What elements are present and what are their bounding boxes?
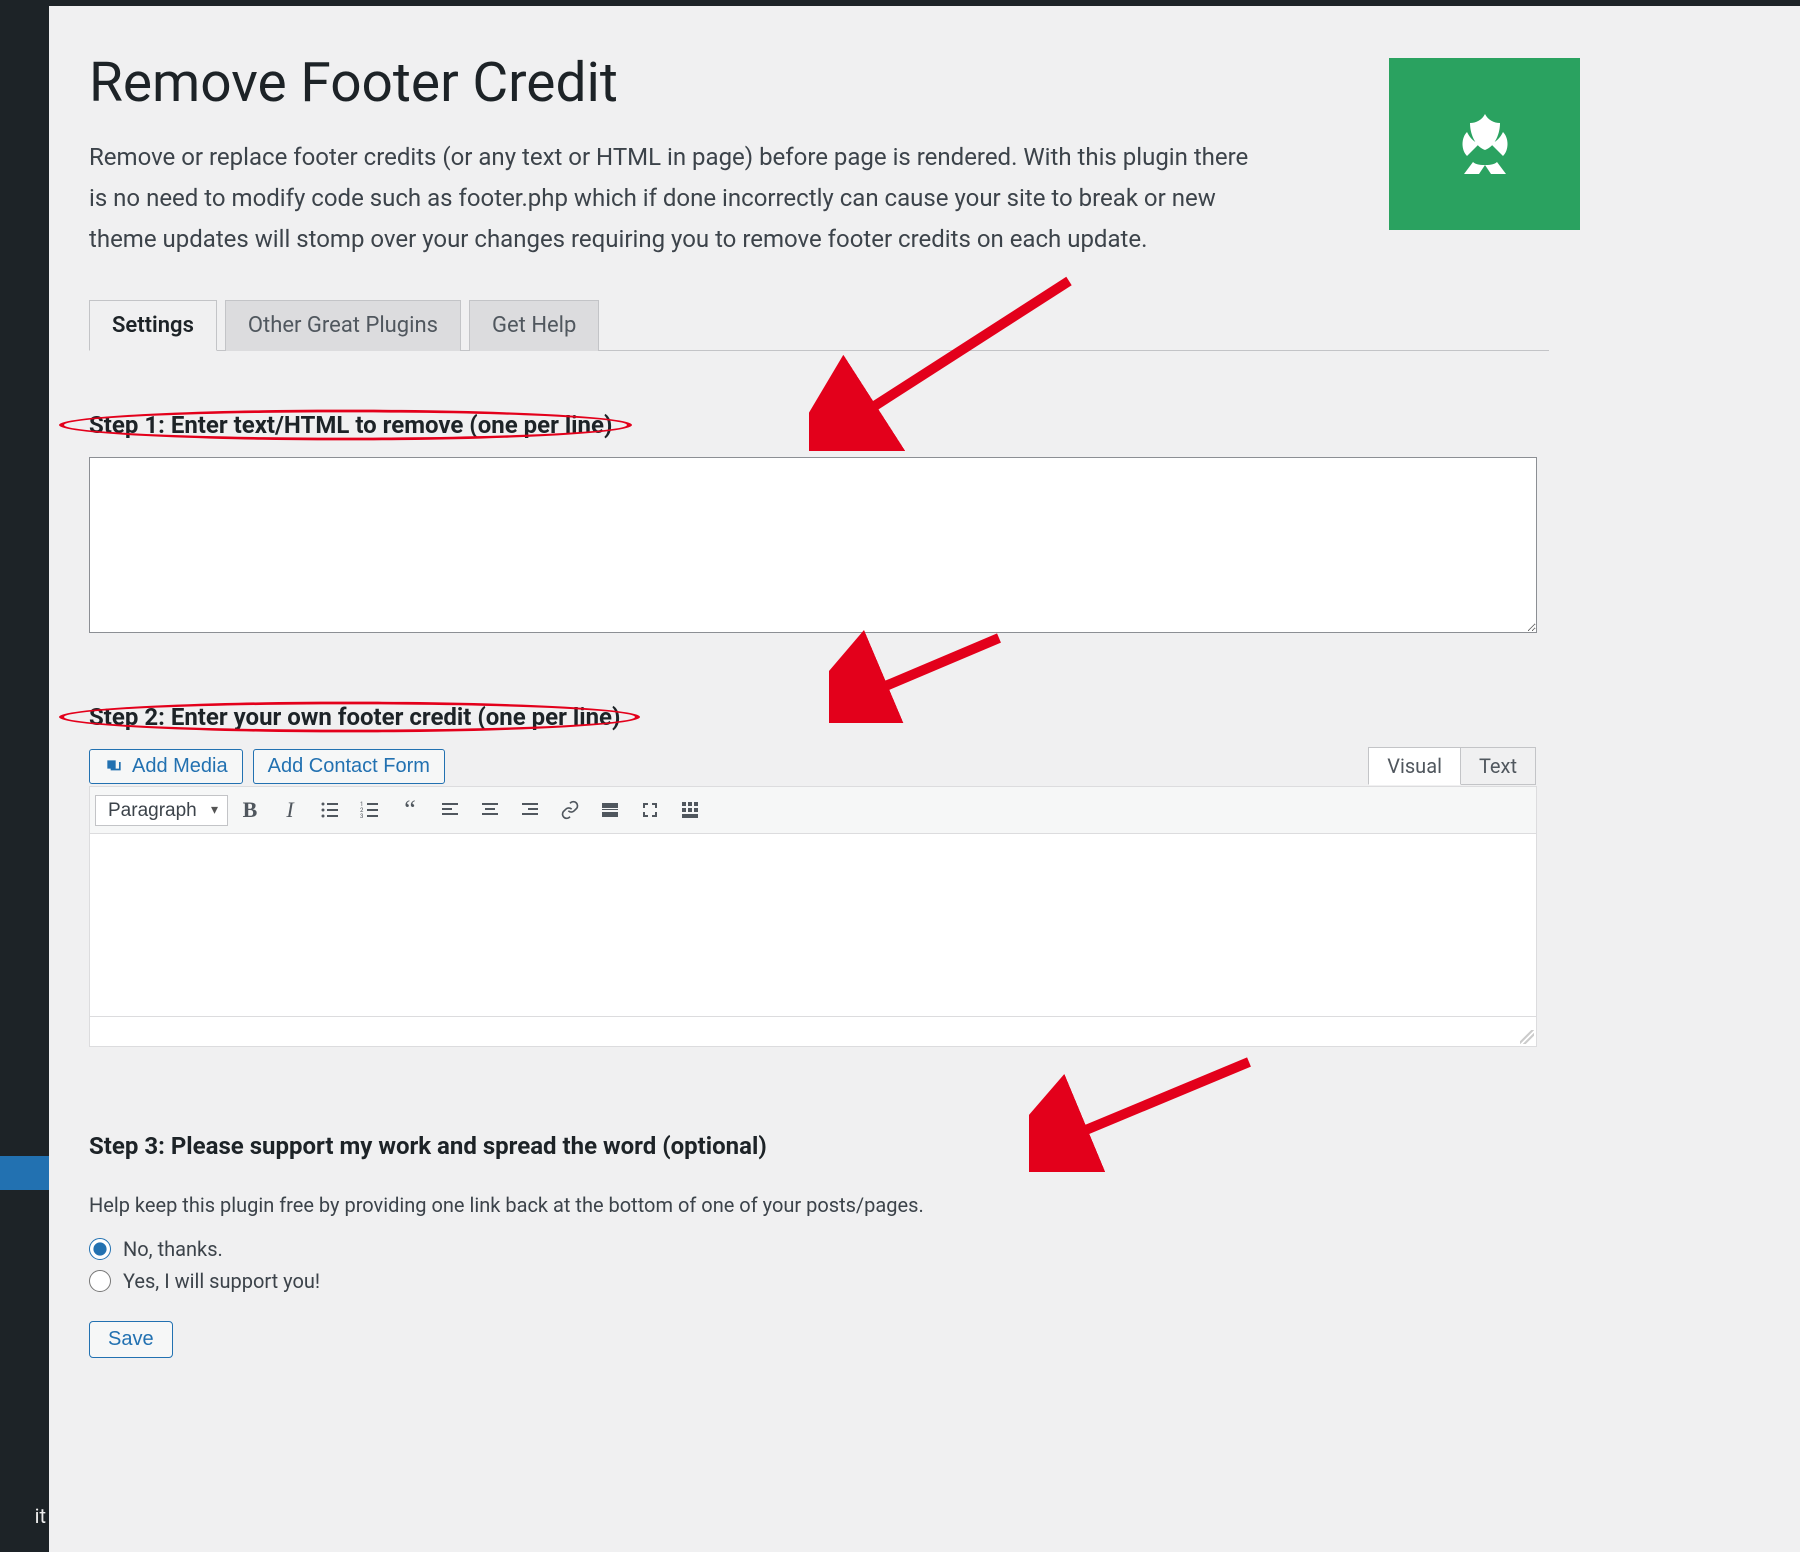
media-icon: [104, 757, 124, 777]
bold-button[interactable]: B: [232, 792, 268, 828]
blockquote-button[interactable]: “: [392, 792, 428, 828]
save-button[interactable]: Save: [89, 1321, 173, 1358]
link-button[interactable]: [552, 792, 588, 828]
sidebar-item-label-fragment: it: [0, 1496, 49, 1536]
main-content: Remove Footer Credit Remove or replace f…: [49, 6, 1800, 1552]
align-right-button[interactable]: [512, 792, 548, 828]
support-label-no[interactable]: No, thanks.: [123, 1237, 223, 1261]
numbered-list-button[interactable]: 123: [352, 792, 388, 828]
editor-statusbar: [90, 1016, 1536, 1046]
editor-tab-text[interactable]: Text: [1460, 747, 1536, 785]
toolbar-toggle-button[interactable]: [672, 792, 708, 828]
bullet-list-button[interactable]: [312, 792, 348, 828]
italic-button[interactable]: I: [272, 792, 308, 828]
page-description: Remove or replace footer credits (or any…: [89, 137, 1269, 259]
plugin-logo: [1389, 58, 1580, 230]
step3-heading: Step 3: Please support my work and sprea…: [89, 1132, 767, 1160]
format-select[interactable]: Paragraph: [95, 795, 228, 826]
ribbon-icon: [1449, 108, 1521, 180]
sidebar-item-current[interactable]: [0, 1156, 49, 1190]
step1-heading: Step 1: Enter text/HTML to remove (one p…: [89, 411, 612, 439]
read-more-button[interactable]: [592, 792, 628, 828]
annotation-arrow-2: [829, 623, 1029, 723]
step3-subtext: Help keep this plugin free by providing …: [89, 1193, 1549, 1217]
tab-settings[interactable]: Settings: [89, 300, 217, 351]
annotation-arrow-3: [1029, 1052, 1279, 1172]
editor-frame: Visual Text Paragraph B I 123 “: [89, 786, 1537, 1047]
support-radio-no[interactable]: [89, 1238, 111, 1260]
align-left-button[interactable]: [432, 792, 468, 828]
align-center-button[interactable]: [472, 792, 508, 828]
support-radio-yes[interactable]: [89, 1270, 111, 1292]
svg-text:3: 3: [360, 813, 363, 820]
add-media-button[interactable]: Add Media: [89, 749, 243, 784]
add-contact-form-button[interactable]: Add Contact Form: [253, 749, 445, 784]
tab-other-plugins[interactable]: Other Great Plugins: [225, 300, 461, 351]
annotation-arrow-1: [809, 271, 1109, 451]
editor-tab-visual[interactable]: Visual: [1368, 747, 1461, 785]
step2-heading: Step 2: Enter your own footer credit (on…: [89, 703, 620, 731]
page-title: Remove Footer Credit: [89, 51, 1549, 115]
admin-sidebar: it: [0, 6, 49, 1552]
fullscreen-button[interactable]: [632, 792, 668, 828]
support-label-yes[interactable]: Yes, I will support you!: [123, 1269, 320, 1293]
editor-textarea[interactable]: [90, 834, 1536, 1016]
editor-toolbar: Paragraph B I 123 “: [90, 787, 1536, 834]
tab-bar: Settings Other Great Plugins Get Help: [89, 299, 1549, 351]
step1-textarea[interactable]: [89, 457, 1537, 633]
tab-get-help[interactable]: Get Help: [469, 300, 599, 351]
